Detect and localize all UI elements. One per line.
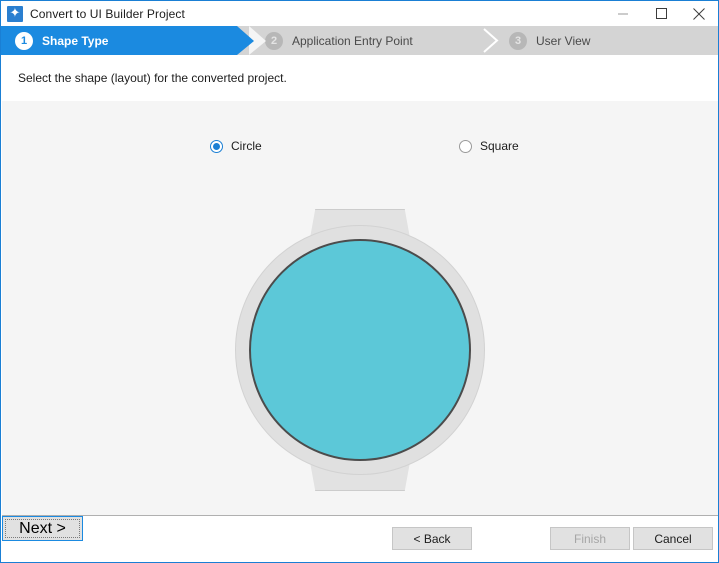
wizard-step-bar: 1 Shape Type 2 Application Entry Point 3… (1, 26, 718, 55)
app-star-icon: ✦ (7, 6, 23, 22)
step-chevron-divider (481, 26, 501, 55)
minimize-icon[interactable] (604, 1, 642, 26)
dialog-window: ✦ Convert to UI Builder Project 1 Shape … (0, 0, 719, 563)
close-icon[interactable] (680, 1, 718, 26)
wizard-step-application-entry-point[interactable]: 2 Application Entry Point (265, 26, 413, 55)
window-title: Convert to UI Builder Project (30, 7, 185, 21)
radio-indicator-circle[interactable] (210, 140, 223, 153)
window-controls (604, 1, 718, 26)
radio-label-circle: Circle (231, 139, 262, 153)
radio-option-circle[interactable]: Circle (210, 135, 262, 157)
instruction-text: Select the shape (layout) for the conver… (18, 71, 287, 85)
instruction-strip: Select the shape (layout) for the conver… (2, 55, 718, 101)
back-button[interactable]: < Back (392, 527, 472, 550)
step-number-badge: 2 (265, 32, 283, 50)
step-label: Application Entry Point (292, 34, 413, 48)
content-area: Circle Square (2, 101, 718, 515)
watch-graphic (235, 209, 485, 491)
maximize-icon[interactable] (642, 1, 680, 26)
wizard-step-shape-type[interactable]: 1 Shape Type (1, 26, 237, 55)
title-bar: ✦ Convert to UI Builder Project (1, 1, 718, 26)
radio-label-square: Square (480, 139, 519, 153)
radio-indicator-square[interactable] (459, 140, 472, 153)
watch-preview (2, 209, 718, 499)
finish-button: Finish (550, 527, 630, 550)
wizard-step-user-view[interactable]: 3 User View (509, 26, 590, 55)
step-label: Shape Type (42, 34, 108, 48)
step-number-badge: 1 (15, 32, 33, 50)
shape-radio-group: Circle Square (2, 135, 718, 157)
radio-option-square[interactable]: Square (459, 135, 519, 157)
cancel-button[interactable]: Cancel (633, 527, 713, 550)
star-glyph: ✦ (9, 7, 21, 20)
next-button[interactable]: Next > (2, 516, 83, 541)
step-number-badge: 3 (509, 32, 527, 50)
watch-face-circle (249, 239, 471, 461)
footer-bar: < Back Next > Finish Cancel (2, 516, 718, 562)
step-label: User View (536, 34, 590, 48)
next-button-label: Next > (5, 519, 80, 538)
step-chevron-active (237, 26, 254, 55)
